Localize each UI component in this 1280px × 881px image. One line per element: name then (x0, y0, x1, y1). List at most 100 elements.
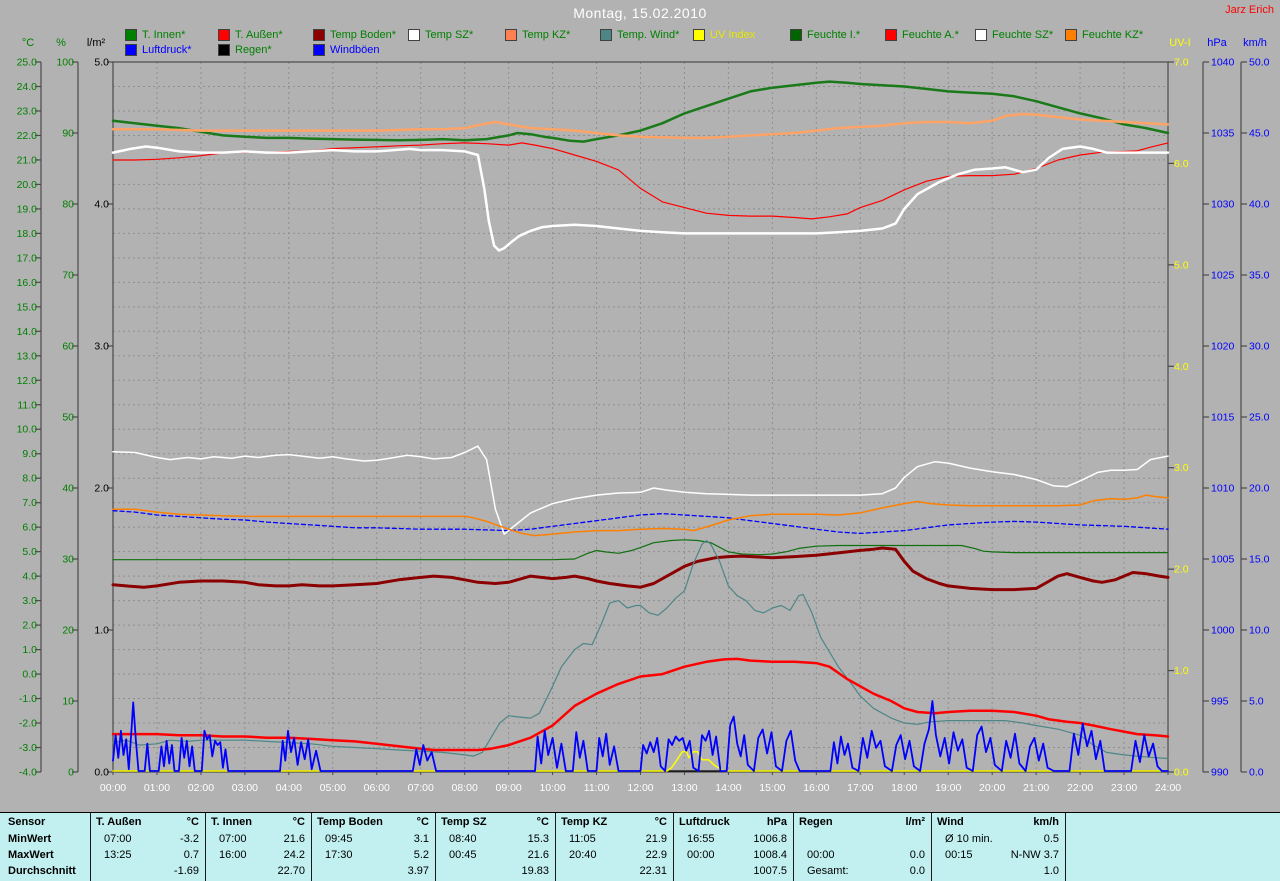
x-axis-label: 02:00 (188, 782, 214, 794)
table-divider (311, 813, 312, 881)
axis-tick-label: 6.0 (1174, 158, 1189, 170)
table-minwert-time-temp-kz: 11:05 (569, 833, 596, 845)
stats-table: Sensor MinWert MaxWert Durchschnitt T. A… (0, 812, 1280, 881)
table-maxwert-value-temp-boden: 5.2 (413, 849, 429, 861)
table-minwert-time-temp-boden: 09:45 (325, 833, 353, 845)
table-divider (931, 813, 932, 881)
x-axis-label: 04:00 (276, 782, 302, 794)
axis-tick-label: 35.0 (1249, 270, 1270, 282)
stats-row-label-durchschnitt: Durchschnitt (8, 865, 76, 877)
axis-tick-label: 17.0 (17, 252, 38, 264)
table-col-name-temp-sz: Temp SZ (441, 816, 487, 828)
x-axis-label: 22:00 (1067, 782, 1093, 794)
axis-tick-label: 0.0 (1249, 767, 1264, 779)
axis-tick-label: 7.0 (1174, 57, 1189, 69)
table-col-name-t-innen: T. Innen (211, 816, 252, 828)
table-durchschnitt-value-t-außen: -1.69 (173, 865, 199, 877)
axis-tick-label: 1.0 (94, 625, 109, 637)
x-axis-label: 12:00 (627, 782, 653, 794)
table-minwert-value-t-außen: -3.2 (180, 833, 199, 845)
axis-tick-label: 1025 (1211, 270, 1235, 282)
stats-row-label-minwert: MinWert (8, 833, 52, 845)
table-minwert-value-temp-sz: 15.3 (527, 833, 549, 845)
axis-tick-label: 8.0 (22, 473, 37, 485)
table-col-unit-t-innen: °C (292, 816, 305, 828)
axis-tick-label: 90 (62, 128, 74, 140)
table-maxwert-value-t-innen: 24.2 (283, 849, 305, 861)
x-axis-label: 21:00 (1023, 782, 1049, 794)
table-durchschnitt-value-temp-boden: 3.97 (407, 865, 429, 877)
axis-tick-label: 5.0 (1174, 259, 1189, 271)
axis-tick-label: 100 (56, 57, 74, 69)
stats-row-label-sensor: Sensor (8, 816, 46, 828)
axis-tick-label: 45.0 (1249, 128, 1270, 140)
table-minwert-value-wind: 0.5 (1043, 833, 1059, 845)
axis-tick-label: 15.0 (17, 301, 38, 313)
axis-tick-label: 1.0 (1174, 665, 1189, 677)
axis-tick-label: 23.0 (17, 105, 38, 117)
axis-tick-label: 1040 (1211, 57, 1235, 69)
axis-tick-label: 21.0 (17, 154, 38, 166)
table-minwert-time-temp-sz: 08:40 (449, 833, 477, 845)
axis-tick-label: 7.0 (22, 497, 37, 509)
table-divider (673, 813, 674, 881)
table-maxwert-value-temp-kz: 22.9 (645, 849, 667, 861)
table-col-name-wind: Wind (937, 816, 964, 828)
axis-tick-label: 3.0 (1174, 462, 1189, 474)
axis-tick-label: 4.0 (22, 571, 37, 583)
axis-tick-label: 1000 (1211, 625, 1235, 637)
axis-tick-label: 3.0 (22, 595, 37, 607)
table-divider (1065, 813, 1066, 881)
table-divider (435, 813, 436, 881)
x-axis-label: 03:00 (232, 782, 258, 794)
axis-tick-label: 10 (62, 696, 74, 708)
axis-tick-label: 2.0 (22, 620, 37, 632)
axis-tick-label: 13.0 (17, 350, 38, 362)
table-col-name-regen: Regen (799, 816, 833, 828)
axis-tick-label: 1015 (1211, 412, 1235, 424)
table-maxwert-time-temp-kz: 20:40 (569, 849, 597, 861)
axis-tick-label: 1030 (1211, 199, 1235, 211)
axis-tick-label: 4.0 (94, 199, 109, 211)
x-axis-label: 14:00 (715, 782, 741, 794)
table-maxwert-value-wind: N-NW 3.7 (1010, 849, 1059, 861)
table-durchschnitt-time-regen: Gesamt: (807, 865, 849, 877)
x-axis-label: 10:00 (539, 782, 565, 794)
table-durchschnitt-value-t-innen: 22.70 (277, 865, 305, 877)
table-durchschnitt-value-luftdruck: 1007.5 (753, 865, 787, 877)
axis-tick-label: 990 (1211, 767, 1229, 779)
table-maxwert-value-regen: 0.0 (909, 849, 925, 861)
axis-tick-label: -3.0 (19, 742, 37, 754)
table-col-name-temp-boden: Temp Boden (317, 816, 383, 828)
table-col-unit-temp-kz: °C (654, 816, 667, 828)
weather-app-screen: Montag, 15.02.2010 Jarz Erich °C % l/m² … (0, 0, 1280, 881)
axis-tick-label: 18.0 (17, 228, 38, 240)
table-minwert-time-t-innen: 07:00 (219, 833, 247, 845)
table-minwert-value-temp-kz: 21.9 (645, 833, 667, 845)
axis-tick-label: 2.0 (94, 483, 109, 495)
x-axis-label: 17:00 (847, 782, 873, 794)
axis-tick-label: 4.0 (1174, 361, 1189, 373)
axis-tick-label: 15.0 (1249, 554, 1270, 566)
table-col-unit-wind: km/h (1033, 816, 1059, 828)
table-col-unit-temp-boden: °C (416, 816, 429, 828)
axis-tick-label: 20 (62, 625, 74, 637)
axis-tick-label: -2.0 (19, 718, 37, 730)
table-maxwert-time-t-innen: 16:00 (219, 849, 247, 861)
x-axis-label: 13:00 (671, 782, 697, 794)
x-axis-label: 19:00 (935, 782, 961, 794)
axis-tick-label: 16.0 (17, 277, 38, 289)
x-axis-label: 24:00 (1155, 782, 1181, 794)
axis-tick-label: 995 (1211, 696, 1229, 708)
axis-tick-label: 1005 (1211, 554, 1235, 566)
axis-tick-label: 0.0 (1174, 767, 1189, 779)
table-maxwert-value-temp-sz: 21.6 (527, 849, 549, 861)
axis-tick-label: 50.0 (1249, 57, 1270, 69)
table-minwert-value-luftdruck: 1006.8 (753, 833, 787, 845)
table-minwert-value-temp-boden: 3.1 (413, 833, 429, 845)
x-axis-label: 08:00 (452, 782, 478, 794)
axis-tick-label: 30.0 (1249, 341, 1270, 353)
table-col-unit-regen: l/m² (905, 816, 925, 828)
axis-tick-label: 10.0 (1249, 625, 1270, 637)
table-col-unit-t-außen: °C (186, 816, 199, 828)
